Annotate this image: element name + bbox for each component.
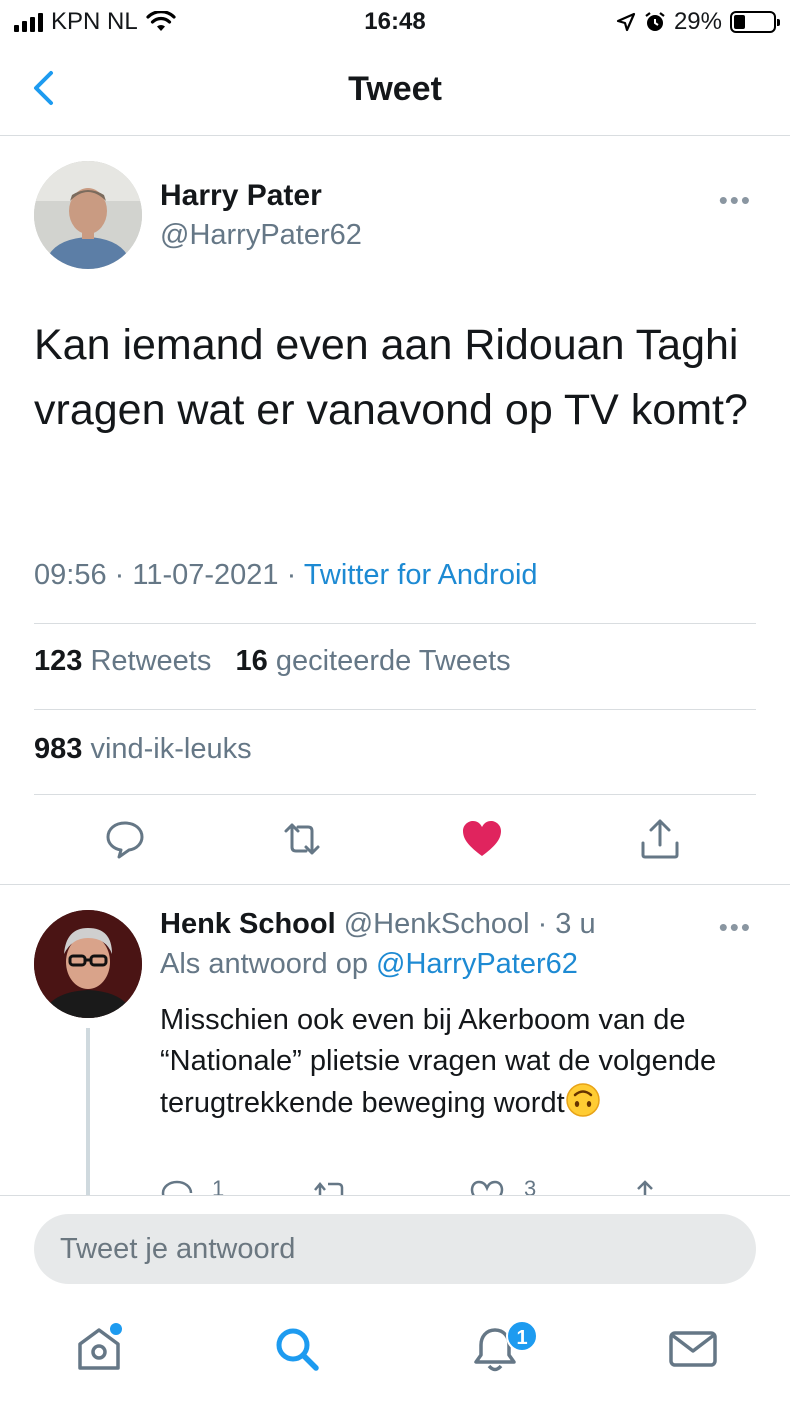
upside-down-face-emoji-icon xyxy=(565,1083,600,1117)
messages-envelope-icon[interactable] xyxy=(666,1322,720,1376)
retweets-count: 123 xyxy=(34,645,83,677)
reply-author-name[interactable]: Henk School xyxy=(160,908,336,940)
tweet-actions xyxy=(0,817,790,867)
author-name[interactable]: Harry Pater xyxy=(160,179,322,213)
tweet-meta: 09:56 · 11-07-2021 · Twitter for Android xyxy=(34,559,538,592)
divider xyxy=(34,709,756,710)
reply-more-options-icon[interactable]: ••• xyxy=(719,912,752,943)
reply-actions: 1 3 xyxy=(160,1176,680,1196)
page-title: Tweet xyxy=(348,70,442,108)
retweets-label: Retweets xyxy=(90,645,212,677)
nav-header: Tweet xyxy=(0,50,790,136)
compose-placeholder: Tweet je antwoord xyxy=(60,1233,296,1265)
battery-icon xyxy=(730,11,780,33)
share-icon[interactable] xyxy=(638,817,682,861)
notifications-badge: 1 xyxy=(506,1320,538,1352)
tab-bar xyxy=(0,1300,790,1405)
reply-icon[interactable] xyxy=(103,817,147,861)
tweet-source-link[interactable]: Twitter for Android xyxy=(304,559,538,591)
quotes-label: geciteerde Tweets xyxy=(275,645,511,677)
main-tweet: Harry Pater @HarryPater62 ••• Kan iemand… xyxy=(0,137,790,885)
more-options-icon[interactable]: ••• xyxy=(719,185,752,216)
likes-count: 983 xyxy=(34,733,83,765)
quotes-stat[interactable]: 16 geciteerde Tweets xyxy=(236,645,511,677)
reply-text-block: Misschien ook even bij Akerboom van de “… xyxy=(160,1000,760,1124)
replying-to: Als antwoord op @HarryPater62 xyxy=(160,948,578,981)
meta-separator: · xyxy=(106,559,133,591)
retweets-stat[interactable]: 123 Retweets xyxy=(34,645,211,677)
reply-like-count: 3 xyxy=(524,1176,537,1196)
home-new-dot xyxy=(110,1323,122,1335)
divider xyxy=(34,623,756,624)
tweet-time: 09:56 xyxy=(34,559,107,591)
replying-to-label: Als antwoord op xyxy=(160,948,377,980)
reply-reply-count: 1 xyxy=(212,1176,225,1196)
replying-to-mention[interactable]: @HarryPater62 xyxy=(376,948,578,980)
reply-compose-input[interactable]: Tweet je antwoord xyxy=(34,1214,756,1284)
stats-row-retweets: 123 Retweets 16 geciteerde Tweets xyxy=(34,645,511,678)
reply-retweet-icon[interactable] xyxy=(312,1178,348,1196)
meta-separator: · xyxy=(278,559,304,591)
alarm-icon xyxy=(645,12,665,31)
likes-label: vind-ik-leuks xyxy=(90,733,252,765)
search-icon[interactable] xyxy=(270,1322,324,1376)
reply-author-handle[interactable]: @HenkSchool xyxy=(344,908,530,940)
reply-share-icon[interactable] xyxy=(630,1178,660,1196)
reply-tweet[interactable]: Henk School @HenkSchool · 3 u ••• Als an… xyxy=(0,886,790,1196)
status-right: 29% xyxy=(616,8,780,36)
reply-like-icon[interactable] xyxy=(470,1178,504,1196)
retweet-icon[interactable] xyxy=(280,817,324,861)
divider xyxy=(34,794,756,795)
tweet-text: Kan iemand even aan Ridouan Taghi vragen… xyxy=(34,321,748,434)
reply-author-avatar[interactable] xyxy=(34,910,142,1018)
reply-header: Henk School @HenkSchool · 3 u xyxy=(160,908,596,941)
status-bar: KPN NL 16:48 29% xyxy=(0,0,790,44)
author-handle[interactable]: @HarryPater62 xyxy=(160,219,362,252)
thread-line xyxy=(86,1028,90,1195)
quotes-count: 16 xyxy=(235,645,268,677)
tweet-date: 11-07-2021 xyxy=(132,559,279,591)
likes-stat[interactable]: 983 vind-ik-leuks xyxy=(34,733,252,766)
like-heart-icon[interactable] xyxy=(460,817,504,861)
reply-age: · 3 u xyxy=(529,908,596,940)
reply-text: Misschien ook even bij Akerboom van de “… xyxy=(160,1004,717,1119)
author-avatar[interactable] xyxy=(34,161,142,269)
location-arrow-icon xyxy=(616,12,636,32)
reply-reply-icon[interactable] xyxy=(160,1178,194,1196)
battery-percent: 29% xyxy=(673,8,722,35)
battery-fill xyxy=(734,15,746,29)
